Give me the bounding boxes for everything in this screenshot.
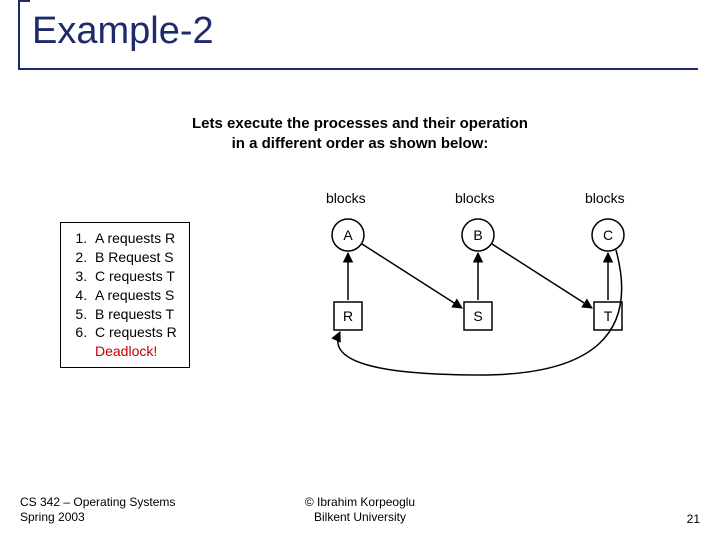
node-s-label: S [473,308,482,324]
intro-line-2: in a different order as shown below: [232,135,489,152]
node-b-label: B [473,227,482,243]
node-c-label: C [603,227,613,243]
node-t-label: T [604,308,613,324]
node-r-label: R [343,308,353,324]
footer-page-number: 21 [687,512,700,526]
node-a-label: A [343,227,353,243]
intro-line-1: Lets execute the processes and their ope… [192,115,528,132]
step-1: A requests R [91,229,177,248]
deadlock-label: Deadlock! [95,342,177,361]
footer-credit2: Bilkent University [314,510,406,524]
steps-list: A requests R B Request S C requests T A … [69,229,177,342]
blocks-label-b: blocks [455,190,495,206]
footer-credit1: © Ibrahim Korpeoglu [305,495,415,509]
step-6: C requests R [91,323,177,342]
page-title: Example-2 [32,10,214,53]
title-ornament-bottom [18,68,698,70]
step-2: B Request S [91,248,177,267]
step-5: B requests T [91,305,177,324]
slide: Example-2 Lets execute the processes and… [0,0,720,540]
blocks-label-a: blocks [326,190,366,206]
title-ornament-left [18,0,20,70]
step-4: A requests S [91,286,177,305]
edge-b-t [492,244,592,308]
footer-center: © Ibrahim Korpeoglu Bilkent University [0,495,720,526]
intro-text: Lets execute the processes and their ope… [0,114,720,153]
step-3: C requests T [91,267,177,286]
steps-box: A requests R B Request S C requests T A … [60,222,190,368]
edge-a-s [362,244,462,308]
resource-graph: A B C R S T [320,210,700,410]
blocks-label-c: blocks [585,190,625,206]
